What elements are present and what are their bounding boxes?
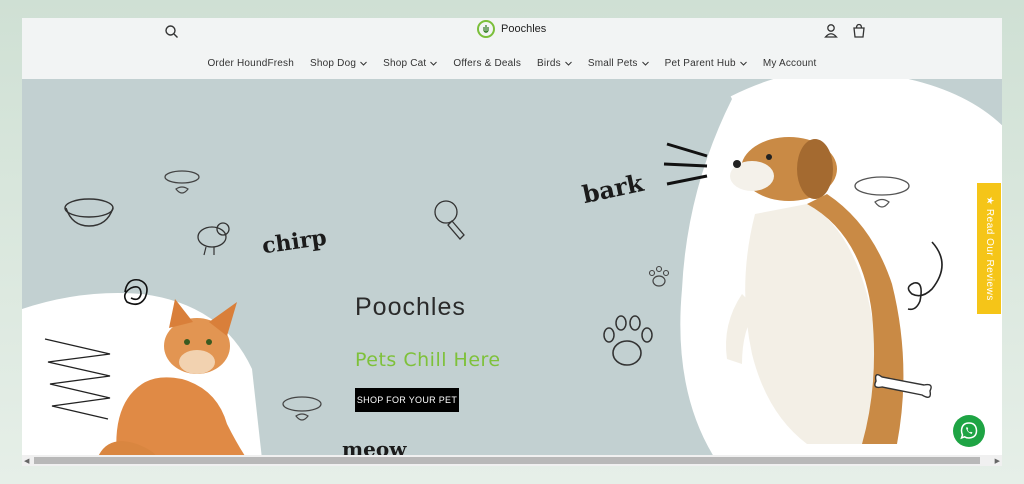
nav-label: Pet Parent Hub xyxy=(664,58,736,69)
horizontal-scrollbar[interactable]: ◀ ▶ xyxy=(22,455,1002,466)
search-icon[interactable] xyxy=(162,22,182,42)
collar-doodle-2 xyxy=(282,396,322,421)
swirl-doodle xyxy=(907,241,943,311)
bird-doodle xyxy=(197,222,230,256)
bark-doodle-text: bark xyxy=(579,167,646,210)
nav-shop-dog[interactable]: Shop Dog xyxy=(310,58,367,69)
site-logo[interactable]: Poochles xyxy=(477,20,546,38)
hero-subtitle: Pets Chill Here xyxy=(355,349,501,371)
food-bowl-doodle xyxy=(64,198,114,227)
hero-title: Poochles xyxy=(355,293,466,321)
shop-for-your-pet-button[interactable]: SHOP FOR YOUR PET xyxy=(355,388,459,412)
page-frame: Poochles Order HoundFresh Shop Dog Shop … xyxy=(22,18,1002,466)
nav-my-account[interactable]: My Account xyxy=(763,58,817,69)
whatsapp-icon xyxy=(960,422,978,440)
logo-icon xyxy=(477,20,495,38)
paw-print-doodle xyxy=(603,315,653,366)
scroll-right-arrow-icon[interactable]: ▶ xyxy=(995,457,1000,465)
reviews-tab-label: ★ Read Our Reviews xyxy=(983,196,995,301)
hero-banner: chirp bark meow Poochles Pets Chill Here… xyxy=(22,79,1002,455)
meow-doodle-text: meow xyxy=(342,437,407,455)
chirp-doodle-text: chirp xyxy=(260,224,329,260)
scribble-doodle xyxy=(123,278,148,306)
chevron-down-icon xyxy=(360,61,367,66)
scrollbar-thumb[interactable] xyxy=(34,457,980,464)
nav-order-houndfresh[interactable]: Order HoundFresh xyxy=(207,58,294,69)
account-icon[interactable] xyxy=(822,22,840,40)
chevron-down-icon xyxy=(430,61,438,66)
read-reviews-tab[interactable]: ★ Read Our Reviews xyxy=(977,183,1001,314)
nav-pet-parent-hub[interactable]: Pet Parent Hub xyxy=(665,58,747,69)
bone-doodle xyxy=(874,374,932,398)
orange-cat-image xyxy=(98,299,245,455)
nav-label: Shop Dog xyxy=(310,58,357,69)
scroll-left-arrow-icon[interactable]: ◀ xyxy=(24,457,29,465)
nav-label: Birds xyxy=(537,58,561,69)
chevron-down-icon xyxy=(641,61,649,66)
whatsapp-button[interactable] xyxy=(953,415,985,447)
chevron-down-icon xyxy=(739,61,747,66)
nav-small-pets[interactable]: Small Pets xyxy=(588,58,649,69)
nav-label: Small Pets xyxy=(587,58,638,69)
nav-birds[interactable]: Birds xyxy=(537,58,572,69)
nav-offers-deals[interactable]: Offers & Deals xyxy=(453,58,521,69)
nav-label: My Account xyxy=(762,58,817,69)
main-navigation: Order HoundFresh Shop Dog Shop Cat Offer… xyxy=(22,58,1002,69)
site-header: Poochles Order HoundFresh Shop Dog Shop … xyxy=(22,18,1002,79)
cart-icon[interactable] xyxy=(850,22,868,40)
logo-text: Poochles xyxy=(501,23,547,35)
chevron-down-icon xyxy=(564,61,572,66)
collar-doodle xyxy=(164,170,200,194)
chew-toy-doodle xyxy=(434,200,465,240)
nav-label: Shop Cat xyxy=(383,58,427,69)
nav-label: Offers & Deals xyxy=(453,58,522,69)
nav-label: Order HoundFresh xyxy=(207,58,295,69)
zigzag-doodle xyxy=(44,338,111,420)
nav-shop-cat[interactable]: Shop Cat xyxy=(383,58,438,69)
bark-lines-doodle xyxy=(663,142,708,186)
small-paw-doodle xyxy=(648,265,670,287)
collar-doodle-3 xyxy=(854,176,910,208)
